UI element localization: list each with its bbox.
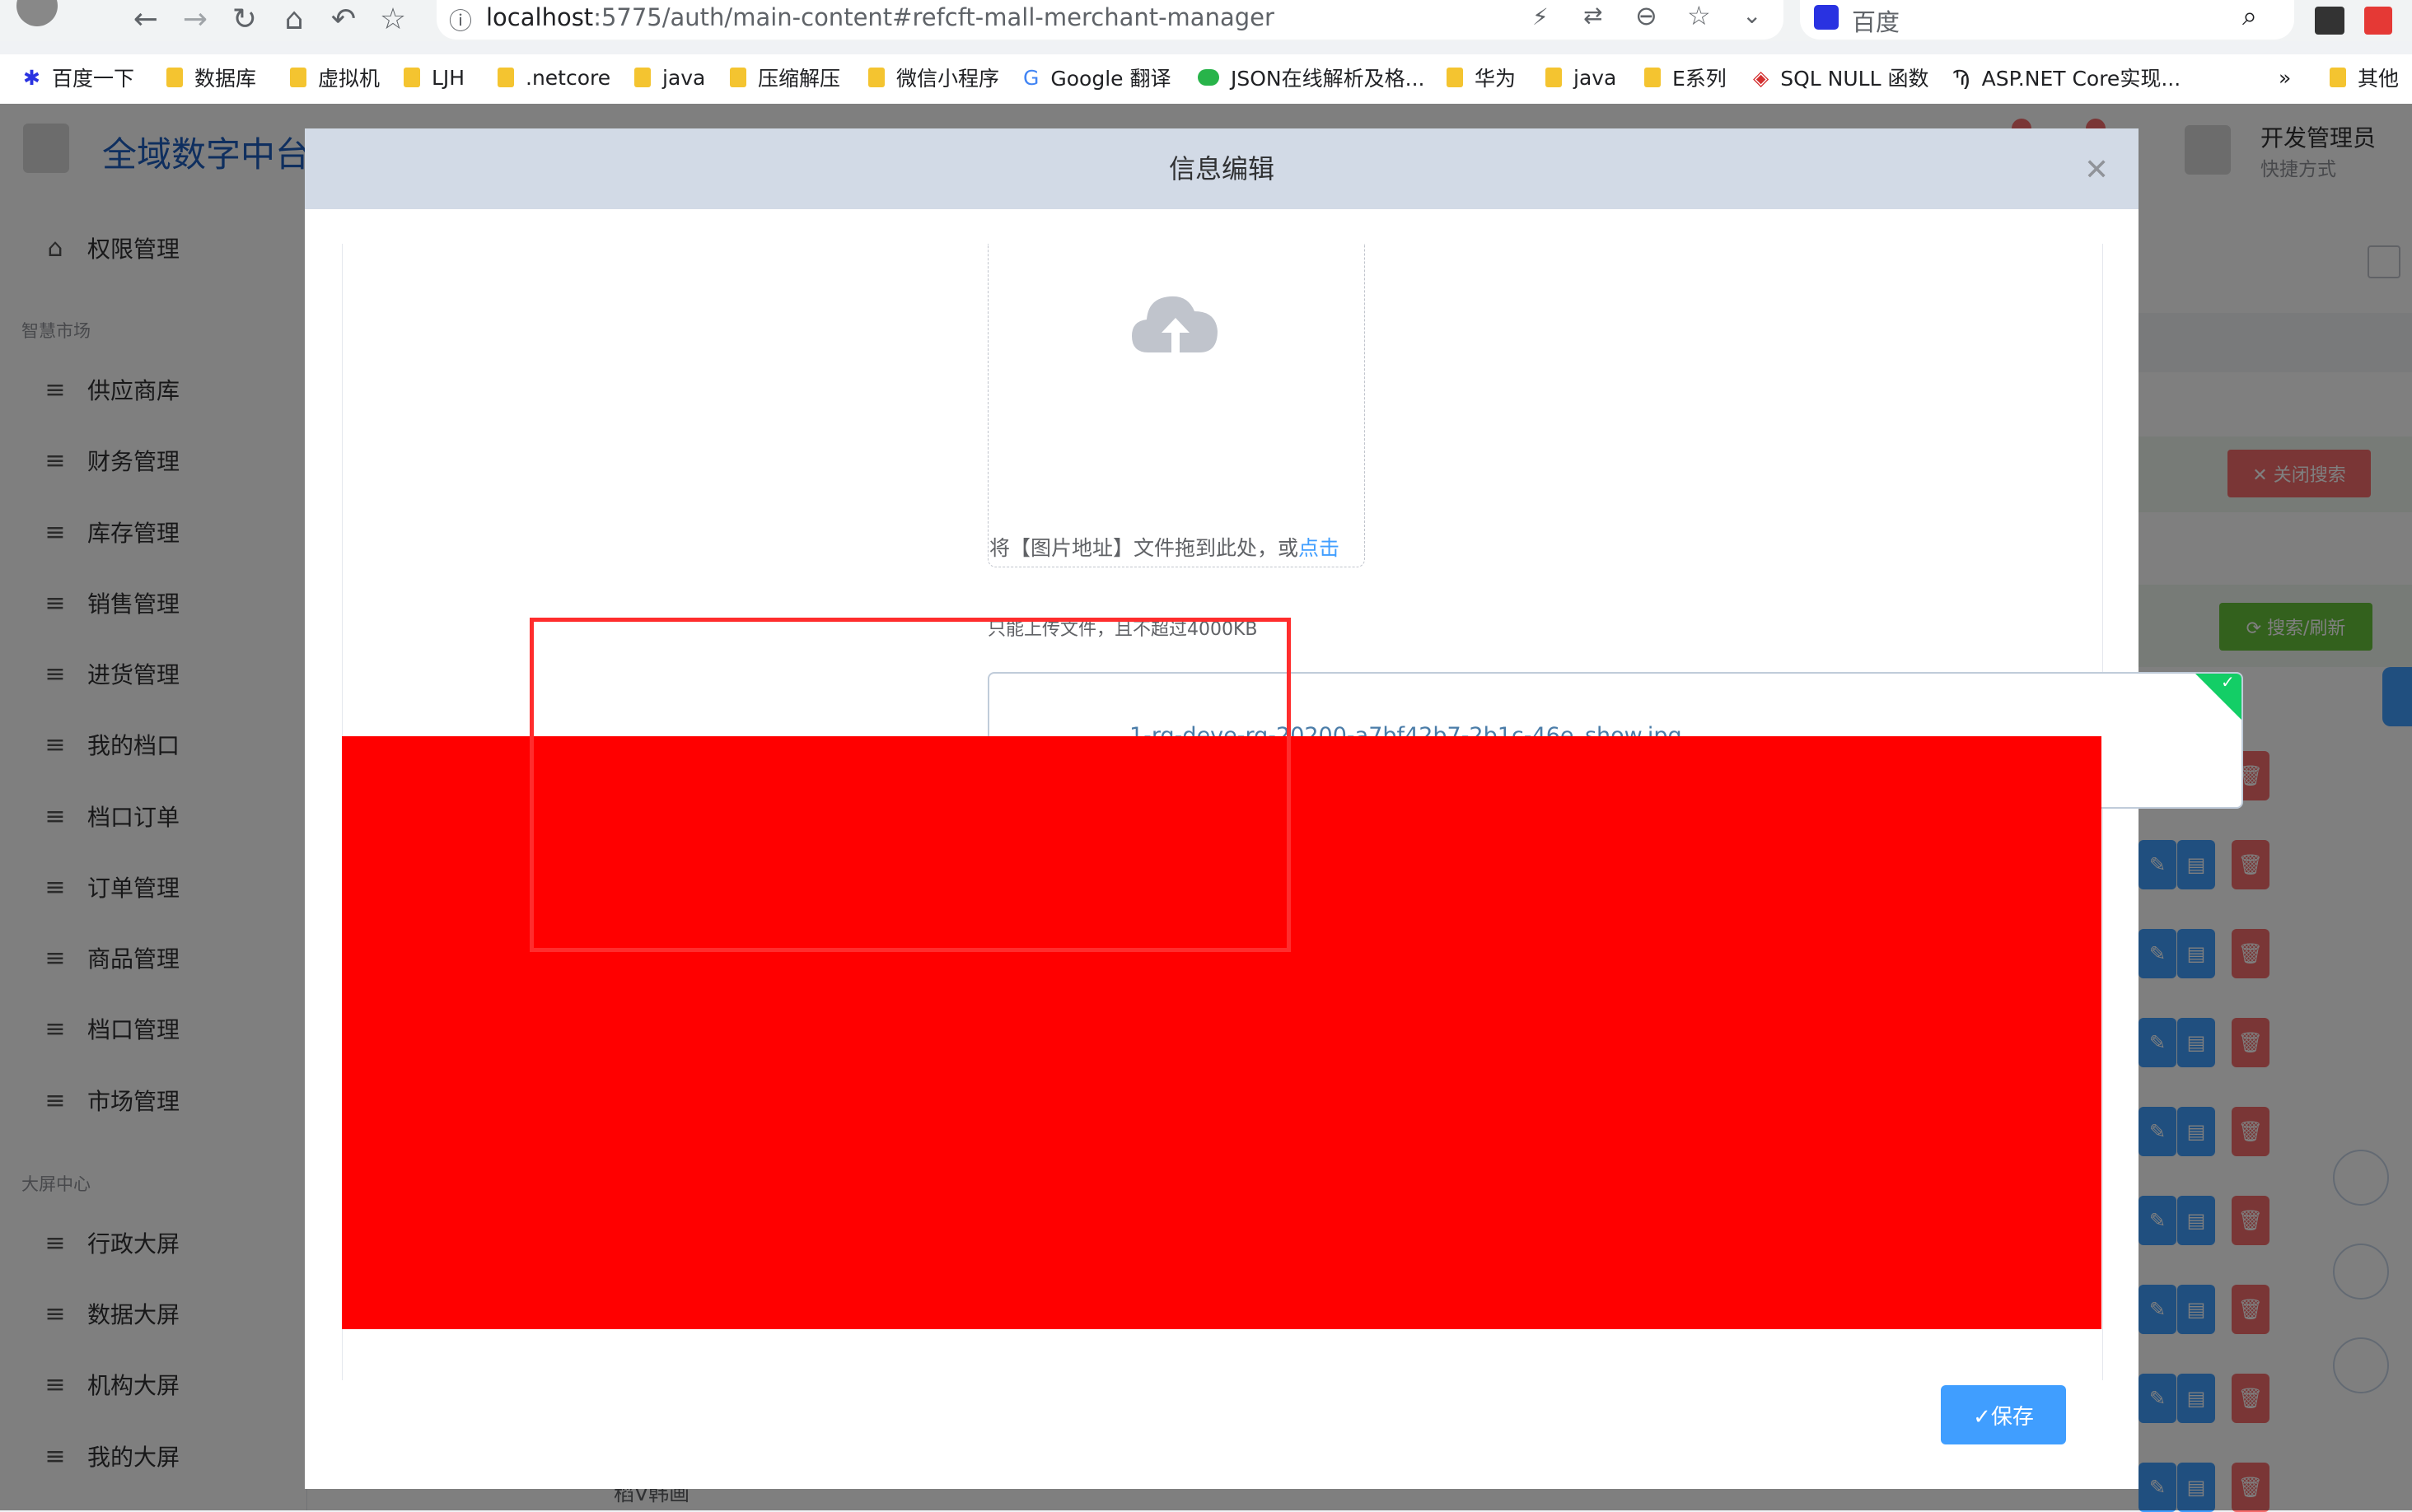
star-icon[interactable]: ☆ bbox=[375, 2, 411, 38]
bookmark-folder[interactable]: 华为 bbox=[1447, 61, 1516, 94]
red-annotation-frame bbox=[530, 618, 1291, 952]
translate-icon: G bbox=[1023, 65, 1040, 90]
extension-pdf-icon[interactable] bbox=[2364, 7, 2392, 35]
json-icon bbox=[1198, 69, 1219, 86]
close-icon[interactable]: ✕ bbox=[2084, 153, 2109, 187]
bookmark-label: java bbox=[1573, 65, 1617, 90]
bookmark-label: SQL NULL 函数 bbox=[1780, 67, 1929, 91]
cloud-upload-icon bbox=[1132, 296, 1218, 352]
bookmark-baidu[interactable]: ✱ 百度一下 bbox=[23, 61, 134, 94]
bookmark-aspnet[interactable]: Ϡ ASP.NET Core实现... bbox=[1952, 61, 2181, 94]
folder-icon bbox=[404, 68, 420, 87]
baidu-paw-icon: ✱ bbox=[23, 65, 40, 90]
url-text[interactable]: localhost:5775/auth/main-content#refcft-… bbox=[486, 3, 1274, 31]
extension-new-icon[interactable] bbox=[2315, 7, 2344, 35]
folder-icon bbox=[730, 68, 746, 87]
bookmark-label: 微信小程序 bbox=[896, 67, 1000, 91]
sql-icon: ◈ bbox=[1753, 65, 1769, 90]
search-icon[interactable]: ⌕ bbox=[2242, 0, 2257, 32]
translate-icon[interactable]: ⇄ bbox=[1583, 2, 1602, 29]
check-icon: ✓ bbox=[2221, 672, 2235, 692]
bookmark-folder[interactable]: java bbox=[634, 61, 705, 94]
bookmark-label: E系列 bbox=[1672, 67, 1727, 91]
bookmark-label: java bbox=[662, 65, 706, 90]
folder-icon bbox=[1545, 68, 1562, 87]
folder-icon bbox=[498, 68, 514, 87]
folder-icon bbox=[2330, 68, 2346, 87]
folder-icon bbox=[634, 68, 651, 87]
bookmark-folder[interactable]: LJH bbox=[404, 61, 465, 94]
baidu-icon bbox=[1814, 5, 1839, 30]
bookmark-google-translate[interactable]: G Google 翻译 bbox=[1023, 61, 1171, 94]
upload-click-link[interactable]: 点击 bbox=[1298, 536, 1339, 560]
bookmark-label: ASP.NET Core实现... bbox=[1981, 67, 2181, 91]
bookmark-folder[interactable]: 数据库 bbox=[166, 61, 256, 94]
bookmark-folder[interactable]: 微信小程序 bbox=[868, 61, 999, 94]
forward-icon[interactable]: → bbox=[177, 2, 213, 38]
folder-icon bbox=[868, 68, 885, 87]
bookmark-label: JSON在线解析及格... bbox=[1231, 67, 1425, 91]
folder-icon bbox=[290, 68, 306, 87]
bookmarks-overflow-button[interactable]: » bbox=[2279, 61, 2291, 94]
bookmark-sql-null[interactable]: ◈ SQL NULL 函数 bbox=[1753, 61, 1928, 94]
upload-dropzone[interactable] bbox=[988, 244, 1365, 567]
bookmark-label: LJH bbox=[432, 65, 465, 90]
search-engine-label[interactable]: 百度 bbox=[1852, 3, 1900, 38]
upload-success-badge bbox=[2194, 674, 2241, 721]
folder-icon bbox=[166, 68, 183, 87]
zoom-icon[interactable]: ⊖ bbox=[1635, 0, 1657, 31]
bookmark-folder[interactable]: E系列 bbox=[1644, 61, 1727, 94]
dialog-title: 信息编辑 bbox=[1168, 153, 1274, 184]
reload-icon[interactable]: ↻ bbox=[227, 2, 263, 38]
bookmark-folder[interactable]: java bbox=[1545, 61, 1616, 94]
url-host: localhost bbox=[486, 3, 594, 31]
bookmark-label: .netcore bbox=[526, 65, 611, 90]
back-icon[interactable]: ← bbox=[128, 2, 164, 38]
bookmark-label: Google 翻译 bbox=[1050, 67, 1171, 91]
aspnet-icon: Ϡ bbox=[1952, 65, 1970, 90]
bookmark-label: 百度一下 bbox=[51, 67, 134, 91]
folder-icon bbox=[1644, 68, 1661, 87]
bookmark-folder[interactable]: 压缩解压 bbox=[730, 61, 840, 94]
url-path: :5775/auth/main-content#refcft-mall-merc… bbox=[593, 3, 1274, 31]
bookmark-other[interactable]: 其他 bbox=[2330, 61, 2399, 94]
folder-icon bbox=[1447, 68, 1463, 87]
undo-icon[interactable]: ↶ bbox=[325, 2, 362, 38]
bookmark-label: 数据库 bbox=[194, 67, 257, 91]
upload-instruction: 将【图片地址】文件拖到此处，或点击 bbox=[989, 532, 1339, 562]
upload-text: 将【图片地址】文件拖到此处，或 bbox=[989, 536, 1299, 560]
bookmark-label: 其他 bbox=[2358, 67, 2400, 91]
save-button[interactable]: ✓保存 bbox=[1941, 1385, 2066, 1444]
bookmark-folder[interactable]: 虚拟机 bbox=[290, 61, 380, 94]
bookmark-folder[interactable]: .netcore bbox=[498, 61, 610, 94]
home-icon[interactable]: ⌂ bbox=[276, 2, 312, 38]
lightning-icon[interactable]: ⚡ bbox=[1532, 3, 1549, 30]
bookmark-label: 虚拟机 bbox=[318, 67, 381, 91]
info-icon[interactable]: ⓘ bbox=[449, 3, 472, 36]
edit-dialog: 信息编辑 ✕ 将【图片地址】文件拖到此处，或点击 只能上传文件，且不超过4000… bbox=[305, 128, 2243, 1489]
dropdown-icon[interactable]: ⌄ bbox=[1742, 2, 1761, 29]
bookmark-label: 压缩解压 bbox=[758, 67, 841, 91]
bookmark-star-icon[interactable]: ☆ bbox=[1687, 0, 1711, 31]
bookmark-label: 华为 bbox=[1475, 67, 1517, 91]
bookmark-json[interactable]: JSON在线解析及格... bbox=[1198, 61, 1424, 94]
